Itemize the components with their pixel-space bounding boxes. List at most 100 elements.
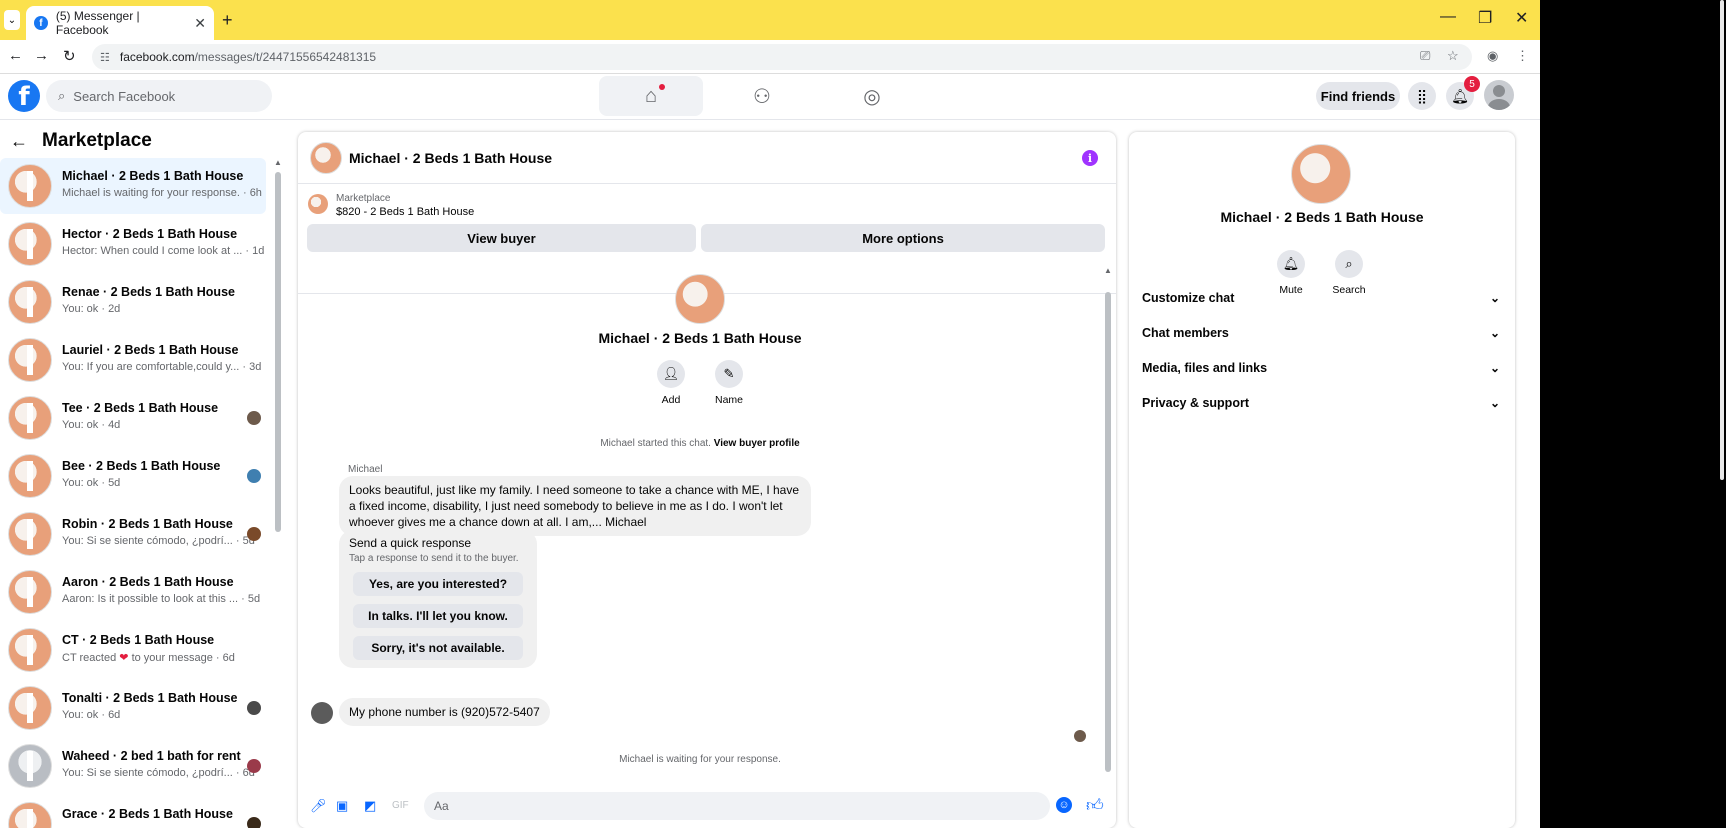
- account-avatar[interactable]: [1484, 80, 1514, 110]
- quick-response-title: Send a quick response: [349, 536, 472, 550]
- conversation-item[interactable]: Michael · 2 Beds 1 Bath House Michael is…: [0, 158, 266, 214]
- minimize-icon[interactable]: —: [1440, 8, 1456, 26]
- tab-search-icon[interactable]: ⌄: [4, 10, 20, 30]
- seen-avatar: [247, 817, 261, 828]
- conversation-name: Hector · 2 Beds 1 Bath House: [62, 227, 238, 241]
- restore-icon[interactable]: ❐: [1478, 8, 1492, 28]
- install-icon[interactable]: ⎚: [1420, 48, 1430, 64]
- home-icon[interactable]: ⌂: [599, 76, 703, 116]
- scrollbar-thumb[interactable]: [1105, 292, 1111, 772]
- emoji-icon[interactable]: ☺: [1056, 797, 1072, 813]
- conversation-item[interactable]: Bee · 2 Beds 1 Bath House You: ok · 5d: [0, 448, 266, 504]
- notification-badge: 5: [1464, 76, 1480, 92]
- conversation-item[interactable]: Robin · 2 Beds 1 Bath House You: Si se s…: [0, 506, 266, 562]
- listing-thumbnail: [8, 802, 52, 828]
- conversation-name: Grace · 2 Beds 1 Bath House: [62, 807, 233, 821]
- add-action[interactable]: 👤︎ Add: [641, 360, 701, 406]
- conversation-item[interactable]: Grace · 2 Beds 1 Bath House: [0, 796, 266, 828]
- reaction-text-suffix: to your message · 6d: [131, 652, 235, 664]
- pencil-icon: ✎: [715, 360, 743, 388]
- groups-icon[interactable]: ◎: [820, 76, 924, 116]
- message-input[interactable]: Aa: [424, 792, 1050, 820]
- scroll-up-icon[interactable]: ▲: [274, 158, 282, 167]
- url-path: /messages/t/24471556542481315: [194, 50, 377, 64]
- quick-response-option[interactable]: Yes, are you interested?: [353, 572, 523, 596]
- facebook-search-input[interactable]: ⌕ Search Facebook: [46, 80, 272, 112]
- section-media-files-links[interactable]: Media, files and links ⌄: [1142, 353, 1500, 383]
- read-receipt-avatar: [1074, 730, 1086, 742]
- chevron-down-icon: ⌄: [1489, 396, 1500, 410]
- back-arrow-icon[interactable]: ←: [10, 131, 28, 152]
- thumbs-up-icon[interactable]: 👍︎: [1086, 795, 1104, 816]
- microphone-icon[interactable]: 🎤︎: [310, 798, 327, 814]
- reload-icon[interactable]: ↻: [63, 47, 76, 65]
- listing-thumbnail: [8, 338, 52, 382]
- close-tab-icon[interactable]: ✕: [194, 15, 206, 32]
- photo-icon[interactable]: ▣: [336, 798, 348, 814]
- more-options-button[interactable]: More options: [701, 224, 1105, 252]
- conversation-preview: You: ok · 5d: [62, 477, 121, 489]
- back-icon[interactable]: ←: [8, 47, 23, 64]
- profile-icon[interactable]: ◉: [1487, 48, 1498, 64]
- url-host: facebook.com: [119, 50, 195, 64]
- new-activity-dot: [659, 84, 665, 90]
- chat-title[interactable]: Michael · 2 Beds 1 Bath House: [349, 150, 552, 166]
- url-field[interactable]: ☷ facebook.com/messages/t/24471556542481…: [92, 44, 1472, 70]
- chat-thumbnail[interactable]: [310, 142, 342, 174]
- conversation-name: Bee · 2 Beds 1 Bath House: [62, 459, 221, 473]
- conversation-item[interactable]: Aaron · 2 Beds 1 Bath House Aaron: Is it…: [0, 564, 266, 620]
- chat-scrollbar[interactable]: ▲: [1104, 266, 1112, 782]
- section-privacy-support[interactable]: Privacy & support ⌄: [1142, 388, 1500, 418]
- close-window-icon[interactable]: ✕: [1515, 8, 1528, 28]
- info-icon[interactable]: i: [1082, 150, 1098, 166]
- gif-icon[interactable]: GIF: [392, 800, 409, 811]
- site-settings-icon[interactable]: ☷: [100, 51, 110, 64]
- browser-tab-strip: ⌄ f (5) Messenger | Facebook ✕ + — ❐ ✕: [0, 0, 1540, 40]
- scroll-up-icon[interactable]: ▲: [1104, 266, 1112, 275]
- conversation-item[interactable]: Hector · 2 Beds 1 Bath House Hector: Whe…: [0, 216, 266, 272]
- add-label: Add: [661, 394, 681, 406]
- incoming-message[interactable]: Looks beautiful, just like my family. I …: [339, 476, 811, 536]
- menu-grid-icon[interactable]: ⣿: [1408, 82, 1436, 110]
- find-friends-button[interactable]: Find friends: [1316, 82, 1400, 110]
- conversation-item[interactable]: CT · 2 Beds 1 Bath House CT reacted ❤ to…: [0, 622, 266, 678]
- facebook-header: f ⌕ Search Facebook ⌂ ⚇ ◎ Find friends ⣿…: [0, 74, 1540, 120]
- incoming-message[interactable]: My phone number is (920)572-5407: [339, 698, 550, 726]
- listing-thumbnail: [8, 164, 52, 208]
- facebook-logo-icon[interactable]: f: [8, 80, 40, 112]
- conversation-name: CT · 2 Beds 1 Bath House: [62, 633, 215, 647]
- new-tab-icon[interactable]: +: [222, 10, 233, 31]
- conversation-item[interactable]: Tee · 2 Beds 1 Bath House You: ok · 4d: [0, 390, 266, 446]
- sidebar-scrollbar[interactable]: ▲: [274, 156, 282, 828]
- conversation-name: Robin · 2 Beds 1 Bath House: [62, 517, 233, 531]
- conversation-avatar: [675, 274, 725, 324]
- conversation-preview: You: ok · 6d: [62, 709, 121, 721]
- forward-icon[interactable]: →: [34, 47, 49, 64]
- conversation-item[interactable]: Tonalti · 2 Beds 1 Bath House You: ok · …: [0, 680, 266, 736]
- heart-reaction-icon: ❤: [119, 652, 129, 664]
- view-buyer-profile-link[interactable]: View buyer profile: [714, 438, 800, 449]
- friends-icon[interactable]: ⚇: [710, 76, 814, 116]
- name-action[interactable]: ✎ Name: [699, 360, 759, 406]
- listing-thumbnail: [8, 570, 52, 614]
- browser-tab[interactable]: f (5) Messenger | Facebook ✕: [26, 6, 214, 40]
- browser-menu-icon[interactable]: ⋮: [1516, 48, 1529, 64]
- quick-response-option[interactable]: Sorry, it's not available.: [353, 636, 523, 660]
- sender-avatar[interactable]: [311, 702, 333, 724]
- message-composer: 🎤︎ ▣ ◩ GIF Aa ☺ 👍︎: [298, 784, 1116, 828]
- quick-response-option[interactable]: In talks. I'll let you know.: [353, 604, 523, 628]
- conversation-item[interactable]: Waheed · 2 bed 1 bath for rent You: Si s…: [0, 738, 266, 794]
- view-buyer-button[interactable]: View buyer: [307, 224, 696, 252]
- chevron-down-icon: ⌄: [1489, 361, 1500, 375]
- conversation-preview: You: If you are comfortable,could y... ·…: [62, 361, 262, 373]
- outer-scrollbar: [1720, 0, 1724, 480]
- section-chat-members[interactable]: Chat members ⌄: [1142, 318, 1500, 348]
- search-icon: ⌕: [1335, 250, 1363, 278]
- conversation-item[interactable]: Lauriel · 2 Beds 1 Bath House You: If yo…: [0, 332, 266, 388]
- scrollbar-thumb[interactable]: [275, 172, 281, 532]
- conversation-item[interactable]: Renae · 2 Beds 1 Bath House You: ok · 2d: [0, 274, 266, 330]
- sticker-icon[interactable]: ◩: [364, 798, 376, 814]
- bookmark-star-icon[interactable]: ☆: [1447, 48, 1459, 64]
- section-customize-chat[interactable]: Customize chat ⌄: [1142, 283, 1500, 313]
- chevron-down-icon: ⌄: [1489, 326, 1500, 340]
